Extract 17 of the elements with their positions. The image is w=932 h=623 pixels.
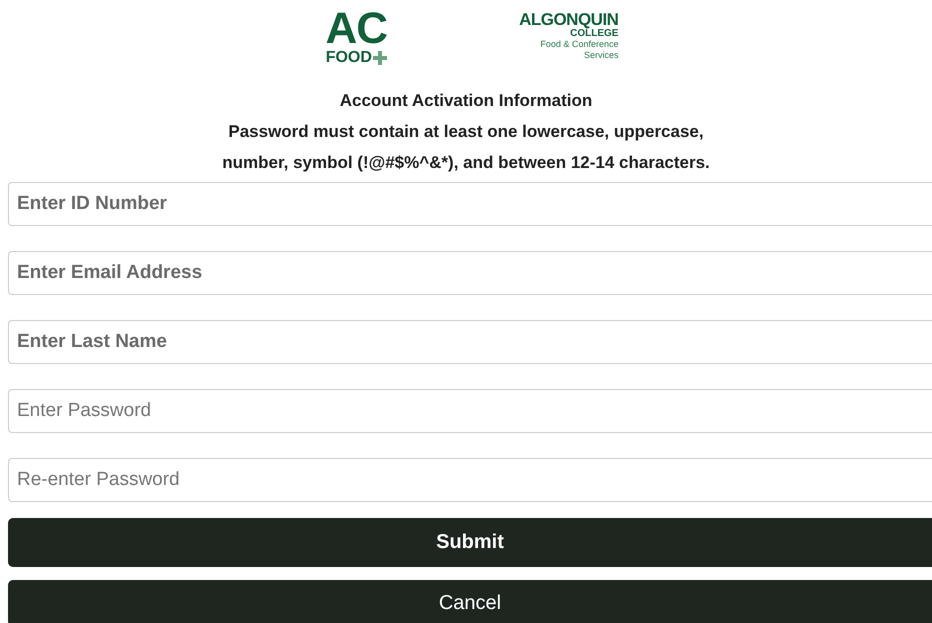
logo-name: ALGONQUIN: [519, 12, 618, 28]
password-rule: Password must contain at least one lowercase, uppercase,: [228, 121, 704, 143]
plus-icon: [372, 51, 387, 65]
input-field[interactable]: Enter Last Name: [8, 320, 932, 364]
cancel-button[interactable]: Cancel: [8, 580, 932, 623]
logo-college: COLLEGE: [570, 28, 618, 39]
submit-button[interactable]: Submit: [8, 518, 932, 567]
password-rule: number, symbol (!@#$%^&*), and between 12-14 characters.: [222, 152, 710, 174]
form-heading: Account Activation Information: [340, 90, 592, 112]
logo-department: Services: [584, 50, 618, 61]
input-field[interactable]: Re-enter Password: [8, 458, 932, 502]
logo-department: Food & Conference: [540, 39, 618, 50]
logo-subtitle: FOOD: [326, 49, 372, 67]
logo-title: AC: [326, 9, 388, 49]
input-field[interactable]: Enter ID Number: [8, 182, 932, 226]
input-field[interactable]: Enter Email Address: [8, 251, 932, 295]
input-field[interactable]: Enter Password: [8, 389, 932, 433]
